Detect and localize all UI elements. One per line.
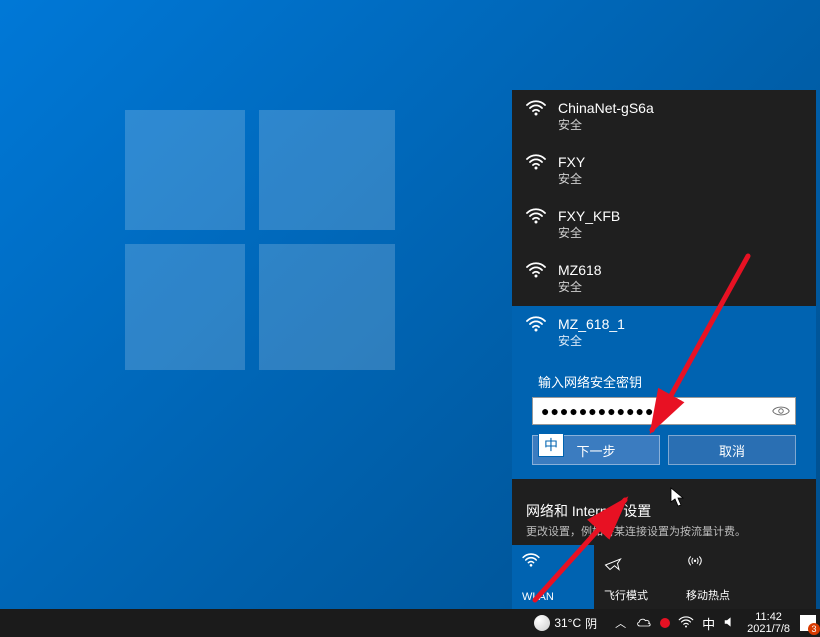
- wifi-tray-icon[interactable]: [678, 616, 694, 631]
- network-name: FXY_KFB: [558, 208, 620, 225]
- wifi-icon: [526, 208, 546, 227]
- network-security: 安全: [558, 279, 602, 296]
- airplane-icon: [604, 553, 622, 574]
- network-item[interactable]: MZ618 安全: [512, 252, 816, 306]
- network-name: FXY: [558, 154, 585, 171]
- cancel-button-label: 取消: [719, 441, 745, 460]
- tile-airplane[interactable]: 飞行模式: [594, 545, 676, 609]
- network-security: 安全: [558, 333, 625, 350]
- password-prompt: 输入网络安全密钥: [538, 372, 802, 391]
- taskbar-time: 11:42: [747, 611, 790, 623]
- taskbar-date: 2021/7/8: [747, 623, 790, 635]
- taskbar-weather[interactable]: 31°C 阴: [534, 615, 597, 632]
- network-security: 安全: [558, 117, 654, 134]
- connect-block: 输入网络安全密钥 中 下一步 取消: [512, 364, 816, 479]
- onedrive-icon[interactable]: [636, 616, 652, 631]
- tray-group: 中: [636, 614, 737, 633]
- tile-label: 飞行模式: [604, 587, 648, 603]
- wifi-icon: [526, 154, 546, 173]
- quick-tiles: WLAN 飞行模式 移动热点: [512, 545, 816, 609]
- network-item[interactable]: FXY_KFB 安全: [512, 198, 816, 252]
- wifi-icon: [526, 262, 546, 281]
- taskbar: 31°C 阴 ︿ 中 11:42 2021/7/8 3: [0, 609, 820, 637]
- network-list: ChinaNet-gS6a 安全 FXY 安全 FXY_KFB 安全: [512, 90, 816, 364]
- tile-hotspot[interactable]: 移动热点: [676, 545, 758, 609]
- wifi-icon: [526, 316, 546, 335]
- taskbar-clock[interactable]: 11:42 2021/7/8: [747, 611, 790, 635]
- weather-cond: 阴: [585, 615, 597, 632]
- tile-label: WLAN: [522, 591, 554, 603]
- speaker-icon[interactable]: [723, 615, 737, 632]
- tray-overflow-icon[interactable]: ︿: [615, 615, 626, 631]
- password-input[interactable]: [532, 397, 796, 425]
- settings-title: 网络和 Internet 设置: [526, 501, 802, 521]
- network-item-selected[interactable]: MZ_618_1 安全: [512, 306, 816, 364]
- next-button-label: 下一步: [576, 441, 615, 460]
- windows-logo: [125, 110, 395, 370]
- network-security: 安全: [558, 171, 585, 188]
- network-name: MZ_618_1: [558, 316, 625, 333]
- next-button[interactable]: 下一步: [532, 435, 660, 465]
- network-security: 安全: [558, 225, 620, 242]
- tile-label: 移动热点: [686, 587, 730, 603]
- wifi-icon: [522, 553, 540, 570]
- network-item[interactable]: FXY 安全: [512, 144, 816, 198]
- hotspot-icon: [686, 553, 704, 574]
- ime-indicator[interactable]: 中: [702, 614, 715, 633]
- wifi-icon: [526, 100, 546, 119]
- cancel-button[interactable]: 取消: [668, 435, 796, 465]
- reveal-password-icon[interactable]: [772, 402, 790, 423]
- network-name: ChinaNet-gS6a: [558, 100, 654, 117]
- tile-wlan[interactable]: WLAN: [512, 545, 594, 609]
- network-name: MZ618: [558, 262, 602, 279]
- record-icon[interactable]: [660, 618, 670, 628]
- wifi-panel: ChinaNet-gS6a 安全 FXY 安全 FXY_KFB 安全: [512, 90, 816, 609]
- network-settings-link[interactable]: 网络和 Internet 设置 更改设置，例如将某连接设置为按流量计费。: [512, 491, 816, 545]
- weather-temp: 31°C: [554, 616, 581, 630]
- network-item[interactable]: ChinaNet-gS6a 安全: [512, 90, 816, 144]
- settings-subtitle: 更改设置，例如将某连接设置为按流量计费。: [526, 523, 802, 539]
- weather-icon: [534, 615, 550, 631]
- action-center-icon[interactable]: 3: [800, 615, 816, 631]
- notification-badge: 3: [808, 623, 820, 635]
